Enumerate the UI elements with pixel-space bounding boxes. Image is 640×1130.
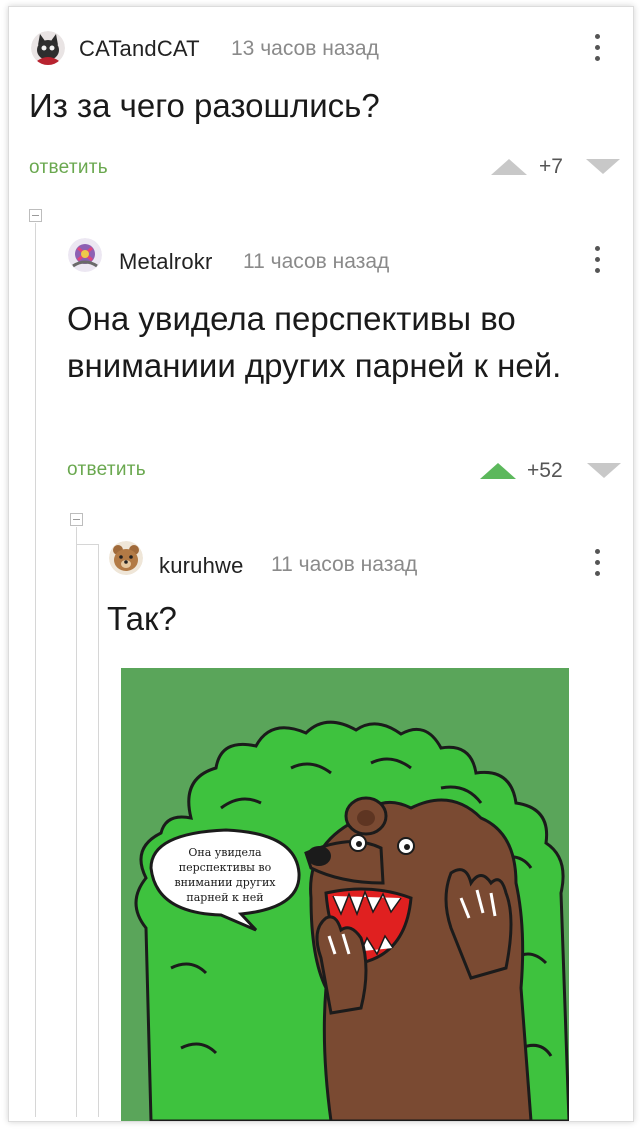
thread-line bbox=[76, 527, 77, 1117]
upvote-icon[interactable] bbox=[491, 158, 527, 176]
metal-avatar-icon[interactable] bbox=[68, 238, 102, 272]
comment-time: 11 часов назад bbox=[271, 553, 418, 576]
thread-line bbox=[35, 223, 36, 1117]
speech-bubble-line: перспективы во bbox=[179, 861, 272, 874]
meme-image[interactable]: Она увидела перспективы во внимании друг… bbox=[121, 668, 569, 1121]
speech-bubble-line: внимании других bbox=[174, 876, 276, 889]
collapse-icon[interactable] bbox=[70, 513, 83, 526]
bear-meme-illustration: Она увидела перспективы во внимании друг… bbox=[121, 668, 569, 1121]
comment-username[interactable]: kuruhwe bbox=[159, 553, 244, 579]
bear-avatar-icon[interactable] bbox=[109, 541, 143, 575]
comment-username[interactable]: Metalrokr bbox=[119, 249, 213, 275]
comment-username[interactable]: CATandCAT bbox=[79, 36, 200, 62]
downvote-icon[interactable] bbox=[587, 462, 621, 479]
comment-rating: +52 bbox=[527, 459, 563, 482]
reply-link[interactable]: ответить bbox=[67, 459, 146, 481]
thread-line bbox=[98, 544, 99, 1117]
kebab-menu-icon[interactable] bbox=[592, 246, 602, 273]
reply-link[interactable]: ответить bbox=[29, 157, 108, 179]
comment-thread: CATandCAT 13 часов назад Из за чего разо… bbox=[8, 6, 634, 1122]
cat-avatar-icon[interactable] bbox=[31, 31, 65, 65]
comment-text: Она увидела перспективы во вниманиии дру… bbox=[67, 300, 562, 384]
collapse-icon[interactable] bbox=[29, 209, 42, 222]
comment-time: 11 часов назад bbox=[243, 250, 390, 273]
comment-text: Так? bbox=[107, 600, 177, 637]
comment-text: Из за чего разошлись? bbox=[29, 87, 380, 124]
upvote-icon[interactable] bbox=[480, 462, 516, 480]
speech-bubble-line: Она увидела bbox=[188, 846, 262, 859]
kebab-menu-icon[interactable] bbox=[592, 34, 602, 61]
downvote-icon[interactable] bbox=[586, 158, 620, 175]
comment-rating: +7 bbox=[539, 155, 563, 178]
comment-time: 13 часов назад bbox=[231, 37, 379, 60]
thread-connector bbox=[76, 544, 98, 545]
kebab-menu-icon[interactable] bbox=[592, 549, 602, 576]
speech-bubble-line: парней к ней bbox=[186, 891, 263, 904]
